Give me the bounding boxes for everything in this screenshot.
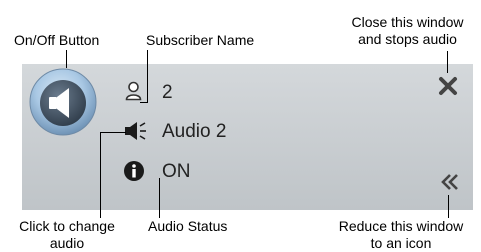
leader-reduce — [448, 195, 449, 218]
callout-close-window: Close this window and stops audio — [340, 14, 475, 48]
double-chevron-left-icon — [441, 174, 458, 190]
close-icon — [439, 77, 457, 95]
leader-subscriber-tick — [140, 102, 148, 103]
speaker-icon — [29, 68, 97, 136]
speaker-wave-icon — [125, 122, 146, 140]
leader-status — [159, 178, 160, 218]
onoff-button[interactable] — [29, 68, 97, 136]
callout-change-line1: Click to change — [19, 218, 115, 234]
callout-reduce-window: Reduce this window to an icon — [324, 218, 478, 252]
callout-audio-status: Audio Status — [148, 218, 228, 234]
callout-reduce-line1: Reduce this window — [338, 218, 464, 234]
callout-onoff-button: On/Off Button — [14, 32, 100, 48]
subscriber-name: 2 — [162, 82, 173, 103]
leader-onoff — [66, 50, 67, 68]
leader-change-audio-h — [100, 132, 126, 133]
callout-change-line2: audio — [49, 235, 85, 251]
info-icon — [123, 160, 145, 182]
audio-label[interactable]: Audio 2 — [162, 121, 226, 143]
user-icon — [125, 81, 142, 101]
callout-subscriber-name: Subscriber Name — [146, 32, 255, 48]
audio-status-value: ON — [162, 161, 191, 182]
leader-close — [447, 51, 448, 73]
callout-change-audio: Click to change audio — [0, 218, 134, 252]
leader-change-audio-v — [100, 132, 101, 218]
minimize-button[interactable] — [440, 172, 460, 192]
close-button[interactable] — [437, 75, 459, 97]
audio-change-button[interactable] — [124, 120, 148, 142]
callout-reduce-line2: to an icon — [370, 235, 432, 251]
leader-subscriber — [147, 50, 148, 103]
callout-close-line2: and stops audio — [358, 31, 457, 47]
callout-close-line1: Close this window — [351, 14, 464, 30]
